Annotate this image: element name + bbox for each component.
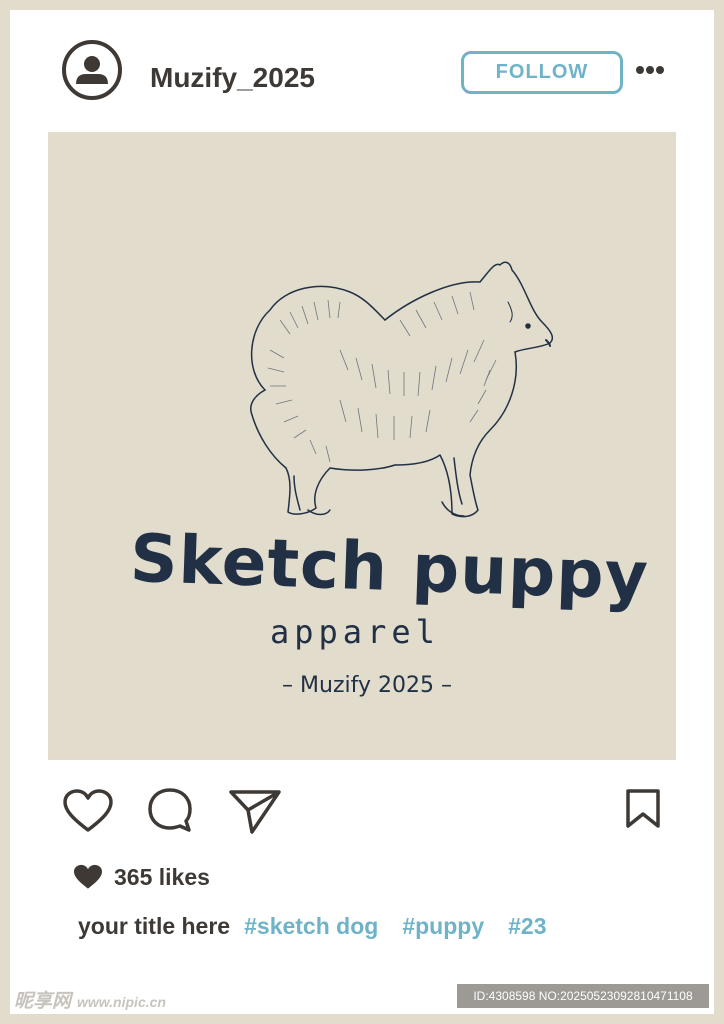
likes-count: 365 likes <box>114 863 210 890</box>
send-icon[interactable] <box>228 788 282 836</box>
heart-outline-icon[interactable] <box>62 788 114 834</box>
avatar[interactable] <box>62 40 122 100</box>
brand-credit: – Muzify 2025 – <box>282 673 452 698</box>
comment-icon[interactable] <box>146 786 194 834</box>
dog-sketch-illustration <box>250 261 554 518</box>
watermark-site: www.nipic.cn <box>77 994 166 1010</box>
likes-row[interactable]: 365 likes <box>72 862 210 892</box>
username[interactable]: Muzify_2025 <box>150 60 315 96</box>
caption: your title here #sketch dog #puppy #23 <box>78 910 570 942</box>
hashtag-sketch-dog[interactable]: #sketch dog <box>244 913 378 940</box>
user-icon <box>76 56 108 84</box>
heart-filled-icon <box>74 864 102 889</box>
watermark-logo-text: 昵享网 <box>14 991 72 1012</box>
brand-subtitle: apparel <box>270 613 440 651</box>
brand-title: Sketch puppy <box>128 519 650 615</box>
more-options-icon[interactable] <box>636 64 664 76</box>
hashtag-puppy[interactable]: #puppy <box>402 913 484 940</box>
bookmark-icon[interactable] <box>624 788 662 830</box>
caption-title: your title here <box>78 912 231 939</box>
watermark-logo: 昵享网 www.nipic.cn <box>14 986 166 1013</box>
follow-button[interactable]: FOLLOW <box>461 51 623 94</box>
watermark-id: ID:4308598 NO:20250523092810471108 <box>457 984 709 1008</box>
hashtag-23[interactable]: #23 <box>508 913 546 940</box>
